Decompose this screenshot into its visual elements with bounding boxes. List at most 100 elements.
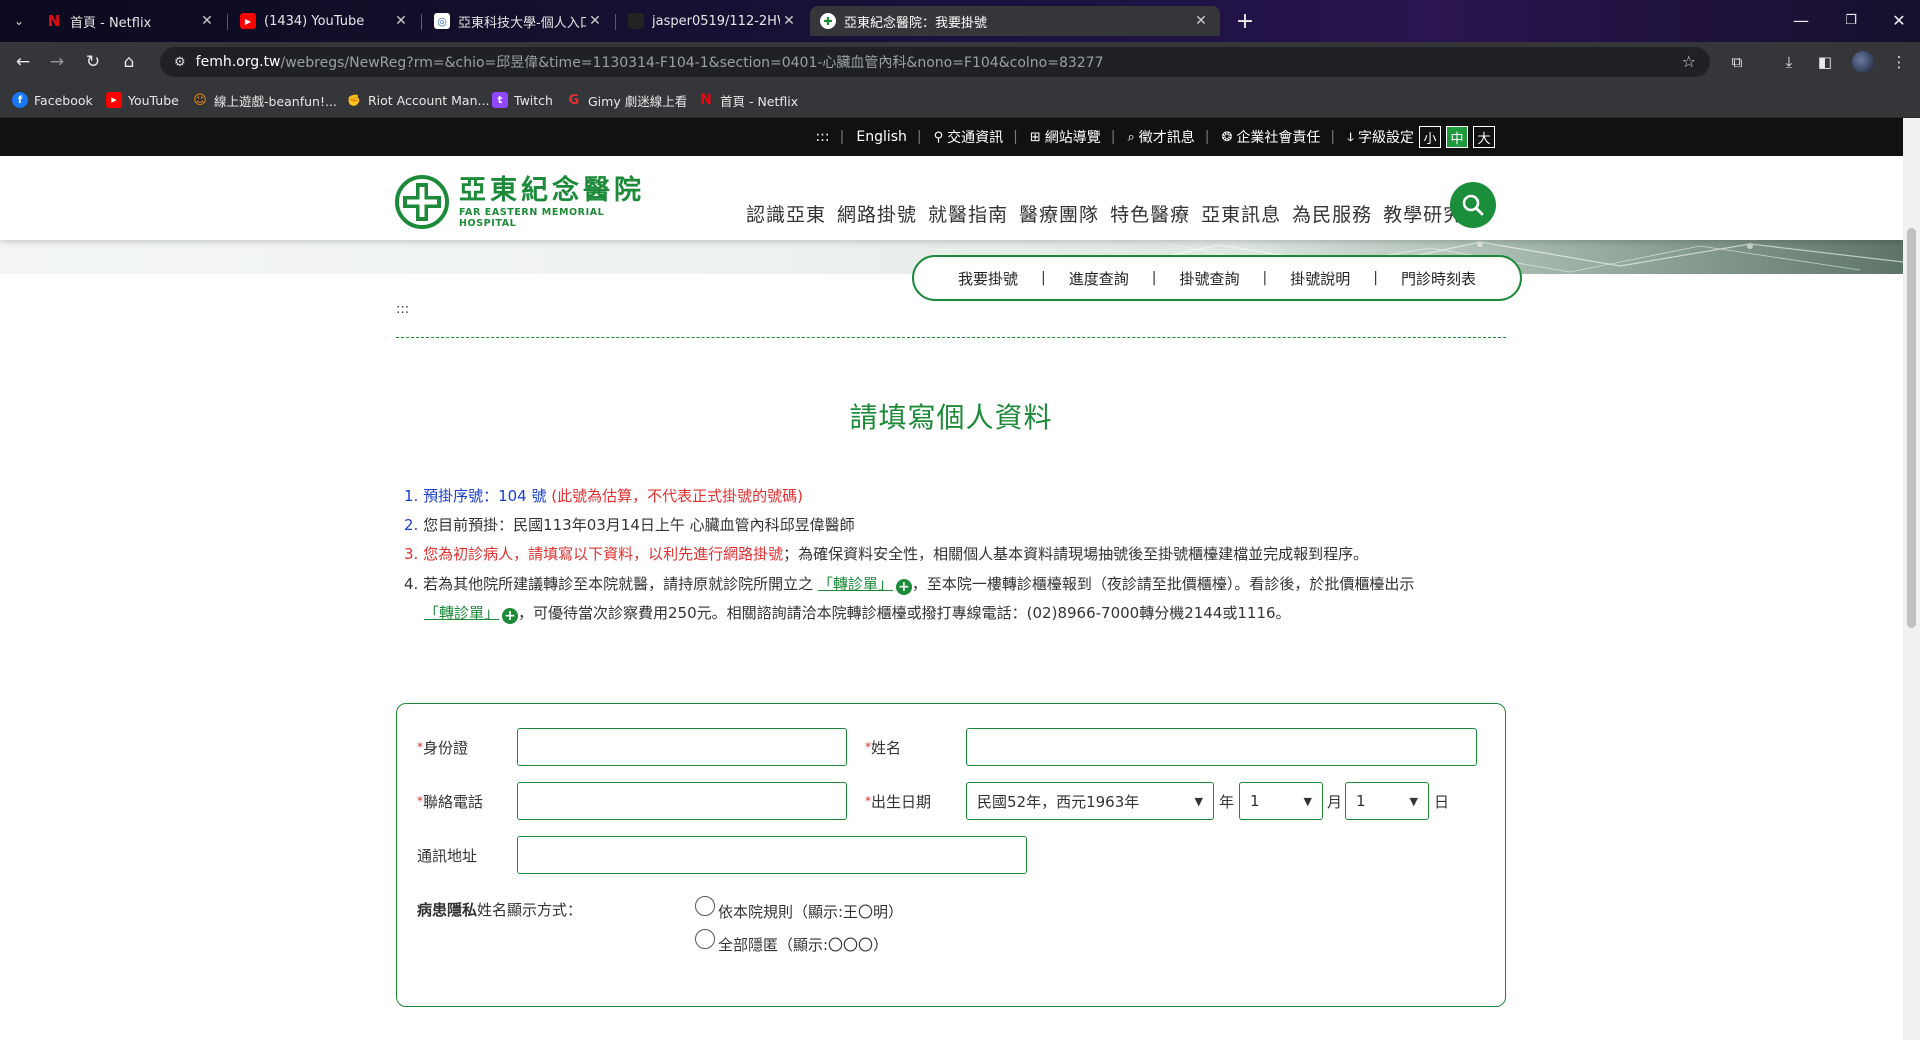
close-tab-icon[interactable]: ✕ — [198, 13, 216, 29]
link-careers[interactable]: ⌕ 徵才訊息 — [1128, 127, 1195, 147]
link-sitemap[interactable]: ⊞ 網站導覽 — [1030, 127, 1101, 147]
birth-day-select[interactable]: 1 ▼ — [1345, 782, 1429, 820]
note-number: 1. — [404, 487, 419, 505]
font-medium-button[interactable]: 中 — [1446, 126, 1468, 148]
bookmark-facebook[interactable]: f Facebook — [12, 91, 93, 109]
bookmark-twitch[interactable]: t Twitch — [492, 91, 553, 109]
id-number-input[interactable] — [517, 728, 847, 766]
note-number: 2. — [404, 516, 419, 534]
close-tab-icon[interactable]: ✕ — [586, 13, 604, 29]
note-item-2: 2. 您目前預掛：民國113年03月14日上午 心臟血管內科邱昱偉醫師 — [404, 511, 1514, 540]
nav-online-registration[interactable]: 網路掛號 — [837, 200, 917, 227]
bookmark-beanfun[interactable]: ☺ 線上遊戲-beanfun!... — [192, 91, 337, 109]
close-tab-icon[interactable]: ✕ — [1192, 13, 1210, 29]
bookmark-riot[interactable]: ✊ Riot Account Man... — [346, 91, 489, 109]
bookmark-label: Twitch — [514, 92, 553, 108]
registration-notes: 1. 預掛序號：104 號 (此號為估算，不代表正式掛號的號碼) 2. 您目前預… — [404, 482, 1514, 628]
browser-tab-portal[interactable]: ◎ 亞東科技大學-個人入口網站 ✕ — [424, 6, 614, 36]
bookmark-star-icon[interactable]: ☆ — [1682, 52, 1696, 71]
birth-month-select[interactable]: 1 ▼ — [1239, 782, 1323, 820]
extensions-icon[interactable]: ⧉ — [1724, 50, 1750, 74]
browser-tab-femh[interactable]: ✚ 亞東紀念醫院：我要掛號 ✕ — [810, 6, 1220, 36]
radio-button[interactable] — [695, 928, 715, 949]
nav-about[interactable]: 認識亞東 — [746, 200, 826, 227]
bookmark-netflix[interactable]: N 首頁 - Netflix — [698, 91, 798, 109]
link-label: 網站導覽 — [1044, 130, 1101, 146]
school-globe-icon: ◎ — [434, 13, 450, 29]
femh-logo-icon: ✚ — [820, 13, 836, 29]
browser-tab-netflix[interactable]: N 首頁 - Netflix ✕ — [36, 6, 226, 36]
link-csr[interactable]: ❂ 企業社會責任 — [1222, 127, 1321, 147]
youtube-icon: ▶ — [240, 13, 256, 29]
forward-arrow-icon[interactable]: → — [44, 50, 70, 74]
map-pin-icon: ⚲ — [933, 129, 944, 145]
radio-button[interactable] — [695, 895, 715, 916]
name-input[interactable] — [966, 728, 1477, 766]
bookmark-gimy[interactable]: G Gimy 劇迷線上看 — [566, 91, 688, 109]
close-tab-icon[interactable]: ✕ — [780, 13, 798, 29]
side-panel-icon[interactable]: ◧ — [1812, 50, 1838, 74]
close-window-icon[interactable]: ✕ — [1884, 8, 1914, 32]
sitemap-icon: ⊞ — [1029, 129, 1041, 145]
link-english[interactable]: English — [856, 129, 907, 145]
subnav-progress[interactable]: 進度查詢 — [1046, 268, 1152, 289]
privacy-option-partial[interactable]: 依本院規則（顯示:王〇明） — [695, 889, 903, 922]
nav-medical-team[interactable]: 醫療團隊 — [1019, 200, 1099, 227]
nav-public-service[interactable]: 為民服務 — [1292, 200, 1372, 227]
subnav-lookup[interactable]: 掛號查詢 — [1156, 268, 1262, 289]
label-text: 姓名 — [871, 739, 902, 757]
address-label: 通訊地址 — [417, 847, 478, 865]
note-item-4: 4. 若為其他院所建議轉診至本院就醫，請持原就診院所開立之 「轉診單」 + ，至本院… — [404, 569, 1514, 599]
bookmarks-bar: f Facebook ▶ YouTube ☺ 線上遊戲-beanfun!... … — [0, 82, 1920, 118]
profile-avatar[interactable] — [1852, 51, 1874, 73]
reload-icon[interactable]: ↻ — [80, 50, 106, 74]
site-search-button[interactable] — [1450, 182, 1496, 228]
restore-icon[interactable]: ❐ — [1836, 8, 1866, 32]
home-icon[interactable]: ⌂ — [116, 50, 142, 74]
font-large-button[interactable]: 大 — [1473, 126, 1495, 148]
tab-search-chevron-icon[interactable]: ⌄ — [8, 10, 30, 32]
access-key-main[interactable]: ::: — [396, 302, 409, 317]
close-tab-icon[interactable]: ✕ — [392, 13, 410, 29]
search-person-icon: ⌕ — [1127, 129, 1135, 145]
nav-featured-care[interactable]: 特色醫療 — [1110, 200, 1190, 227]
option-label: 依本院規則（顯示:王〇明） — [718, 903, 904, 921]
month-unit: 月 — [1327, 793, 1343, 811]
utility-links: ::: | English | ⚲ 交通資訊 | ⊞ 網站導覽 | ⌕ 徵才訊息… — [815, 126, 1495, 148]
hospital-logo[interactable]: 亞東紀念醫院 FAR EASTERN MEMORIAL HOSPITAL — [395, 174, 665, 230]
link-transport[interactable]: ⚲ 交通資訊 — [934, 127, 1004, 147]
minimize-icon[interactable]: — — [1786, 8, 1816, 32]
note-number: 4. — [404, 575, 419, 593]
subnav-register[interactable]: 我要掛號 — [935, 268, 1041, 289]
bookmark-youtube[interactable]: ▶ YouTube — [106, 91, 179, 109]
access-key-top[interactable]: ::: — [815, 129, 829, 145]
back-arrow-icon[interactable]: ← — [10, 50, 36, 74]
browser-tab-github[interactable]: jasper0519/112-2HW1 ✕ — [618, 6, 808, 36]
plus-circle-icon[interactable]: + — [895, 579, 912, 595]
site-info-icon[interactable]: ⚙ — [174, 55, 186, 70]
browser-tab-youtube[interactable]: ▶ (1434) YouTube ✕ — [230, 6, 420, 36]
year-unit: 年 — [1219, 793, 1235, 811]
referral-form-link[interactable]: 「轉診單」 — [424, 604, 499, 622]
page-scrollbar[interactable] — [1903, 118, 1920, 1040]
plus-circle-icon[interactable]: + — [502, 608, 519, 624]
more-menu-icon[interactable]: ⋮ — [1886, 50, 1912, 74]
new-tab-button[interactable]: + — [1232, 8, 1258, 34]
site-header: 亞東紀念醫院 FAR EASTERN MEMORIAL HOSPITAL 認識亞… — [0, 156, 1903, 240]
privacy-option-full[interactable]: 全部隱匿（顯示:〇〇〇） — [695, 922, 888, 955]
divider: | — [1204, 129, 1210, 145]
label-text: 出生日期 — [871, 793, 932, 811]
scrollbar-thumb[interactable] — [1907, 228, 1916, 628]
address-bar[interactable]: ⚙ femh.org.tw/webregs/NewReg?rm=&chio=邱昱… — [160, 47, 1710, 77]
referral-form-link[interactable]: 「轉診單」 — [818, 575, 893, 593]
subnav-instructions[interactable]: 掛號說明 — [1267, 268, 1373, 289]
download-icon[interactable]: ⤓ — [1776, 50, 1802, 74]
subnav-clinic-schedule[interactable]: 門診時刻表 — [1378, 268, 1499, 289]
chevron-down-icon: ▼ — [1194, 794, 1203, 808]
birth-year-select[interactable]: 民國52年，西元1963年 ▼ — [966, 782, 1214, 820]
nav-patient-guide[interactable]: 就醫指南 — [928, 200, 1008, 227]
phone-input[interactable] — [517, 782, 847, 820]
nav-news[interactable]: 亞東訊息 — [1201, 200, 1281, 227]
font-small-button[interactable]: 小 — [1419, 126, 1441, 148]
address-input[interactable] — [517, 836, 1027, 874]
